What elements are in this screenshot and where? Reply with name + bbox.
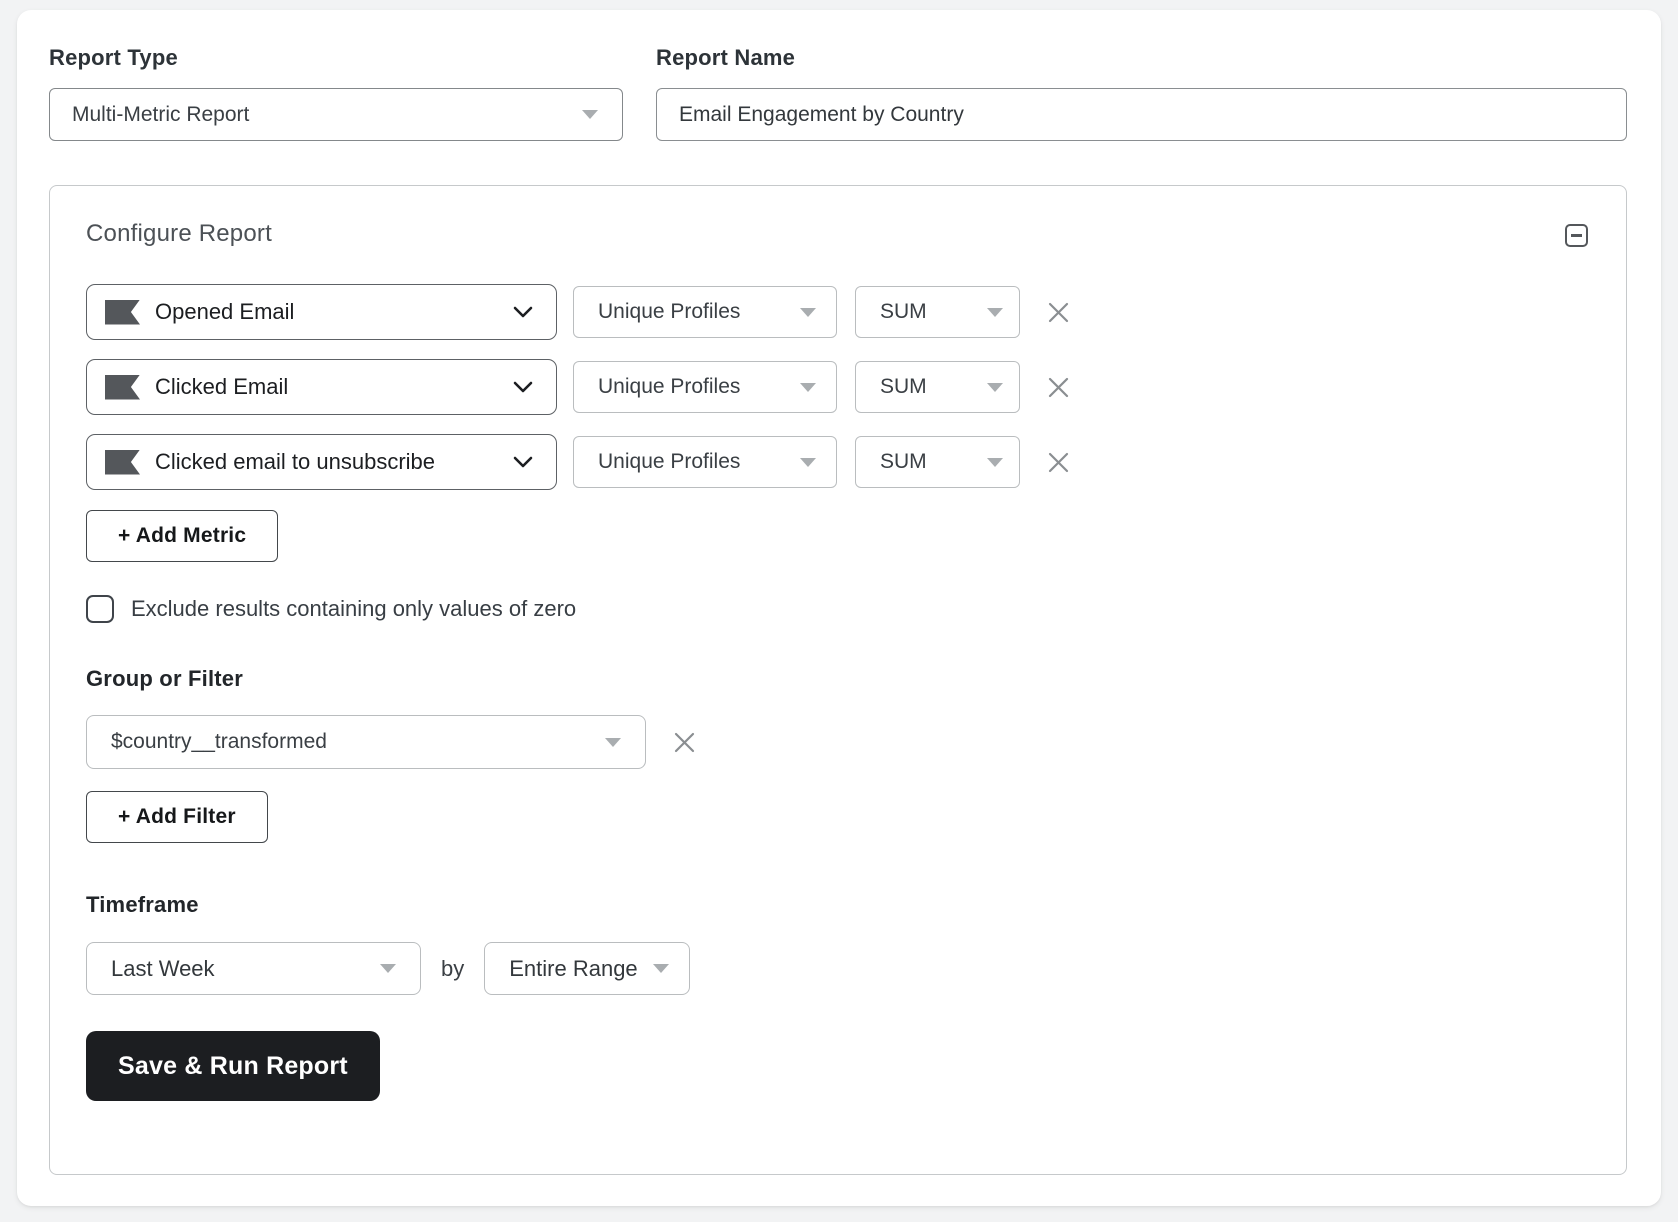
flag-icon	[105, 374, 140, 400]
metric-name: Opened Email	[155, 299, 295, 324]
report-builder-card: Report Type Multi-Metric Report Report N…	[17, 10, 1661, 1206]
report-type-label: Report Type	[49, 45, 178, 70]
timeframe-range-value: Last Week	[111, 955, 215, 981]
caret-down-icon	[652, 964, 669, 973]
close-icon	[1048, 377, 1068, 397]
measurement-select[interactable]: Unique Profiles	[573, 361, 837, 413]
timeframe-row: Last Week by Entire Range	[86, 942, 1588, 995]
measurement-select[interactable]: Unique Profiles	[573, 436, 837, 488]
timeframe-granularity-value: Entire Range	[509, 955, 638, 981]
metric-name: Clicked email to unsubscribe	[155, 449, 436, 474]
metric-select[interactable]: Clicked email to unsubscribe	[86, 434, 557, 490]
close-icon	[1048, 302, 1068, 322]
close-icon	[674, 732, 694, 752]
group-by-value: $country__transformed	[111, 730, 327, 753]
chevron-down-icon	[513, 456, 533, 468]
metric-row: Opened Email Unique Profiles SUM	[86, 284, 1588, 340]
report-name-label: Report Name	[656, 45, 796, 70]
report-header-row: Report Type Multi-Metric Report Report N…	[49, 45, 1627, 141]
metric-row: Clicked Email Unique Profiles SUM	[86, 359, 1588, 415]
measurement-value: Unique Profiles	[598, 300, 741, 323]
aggregate-value: SUM	[880, 450, 927, 473]
caret-down-icon	[800, 307, 816, 317]
metric-name: Clicked Email	[155, 374, 289, 399]
group-filter-row: $country__transformed	[86, 715, 1588, 769]
remove-metric-button[interactable]	[1046, 450, 1070, 474]
caret-down-icon	[987, 457, 1003, 467]
metric-select[interactable]: Clicked Email	[86, 359, 557, 415]
caret-down-icon	[800, 457, 816, 467]
caret-down-icon	[605, 737, 621, 747]
report-name-input[interactable]	[656, 88, 1627, 141]
timeframe-label: Timeframe	[86, 892, 199, 917]
minus-icon	[1571, 234, 1582, 237]
remove-group-button[interactable]	[672, 730, 696, 754]
aggregate-select[interactable]: SUM	[855, 361, 1020, 413]
aggregate-value: SUM	[880, 300, 927, 323]
report-type-value: Multi-Metric Report	[72, 102, 250, 126]
panel-header: Configure Report	[86, 212, 1588, 248]
group-or-filter-label: Group or Filter	[86, 666, 243, 691]
caret-down-icon	[380, 964, 396, 973]
add-filter-button[interactable]: + Add Filter	[86, 791, 268, 843]
measurement-value: Unique Profiles	[598, 375, 741, 398]
close-icon	[1048, 452, 1068, 472]
chevron-down-icon	[513, 306, 533, 318]
flag-icon	[105, 299, 140, 325]
aggregate-value: SUM	[880, 375, 927, 398]
chevron-down-icon	[513, 381, 533, 393]
aggregate-select[interactable]: SUM	[855, 286, 1020, 338]
save-and-run-report-button[interactable]: Save & Run Report	[86, 1031, 380, 1101]
aggregate-select[interactable]: SUM	[855, 436, 1020, 488]
remove-metric-button[interactable]	[1046, 375, 1070, 399]
metric-list: Opened Email Unique Profiles SUM Clicked…	[86, 284, 1588, 490]
group-by-select[interactable]: $country__transformed	[86, 715, 646, 769]
caret-down-icon	[987, 382, 1003, 392]
report-type-field: Report Type Multi-Metric Report	[49, 45, 623, 141]
collapse-panel-button[interactable]	[1565, 224, 1588, 247]
caret-down-icon	[582, 110, 598, 119]
flag-icon	[105, 449, 140, 475]
metric-select[interactable]: Opened Email	[86, 284, 557, 340]
remove-metric-button[interactable]	[1046, 300, 1070, 324]
exclude-zero-checkbox[interactable]	[86, 595, 114, 623]
caret-down-icon	[800, 382, 816, 392]
timeframe-range-select[interactable]: Last Week	[86, 942, 421, 995]
timeframe-granularity-select[interactable]: Entire Range	[484, 942, 690, 995]
report-type-select[interactable]: Multi-Metric Report	[49, 88, 623, 141]
exclude-zero-row: Exclude results containing only values o…	[86, 595, 1588, 623]
measurement-value: Unique Profiles	[598, 450, 741, 473]
add-metric-button[interactable]: + Add Metric	[86, 510, 279, 562]
exclude-zero-label: Exclude results containing only values o…	[131, 596, 577, 621]
report-name-field: Report Name	[656, 45, 1627, 141]
by-label: by	[441, 955, 465, 981]
panel-title: Configure Report	[86, 220, 272, 247]
caret-down-icon	[987, 307, 1003, 317]
configure-report-panel: Configure Report Opened Email Unique Pro…	[49, 185, 1627, 1175]
measurement-select[interactable]: Unique Profiles	[573, 286, 837, 338]
metric-row: Clicked email to unsubscribe Unique Prof…	[86, 434, 1588, 490]
